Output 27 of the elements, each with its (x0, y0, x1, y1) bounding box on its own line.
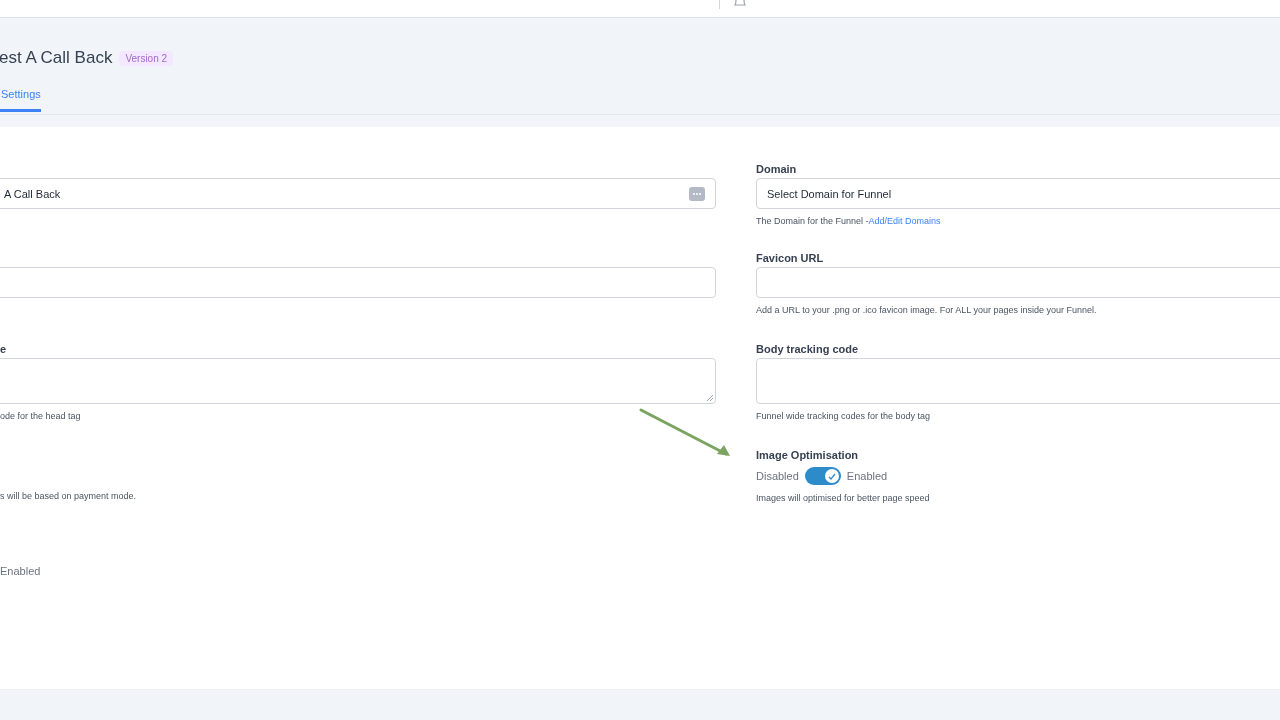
textarea-field[interactable] (0, 358, 716, 404)
help-text: s will be based on payment mode. (0, 491, 138, 501)
help-text: The Domain for the Funnel -Add/Edit Domains (756, 216, 942, 226)
version-badge: Version 2 (119, 50, 174, 66)
help-text: Add a URL to your .png or .ico favicon image. For ALL your pages inside your Funnel. (756, 305, 1098, 315)
help-text: ode for the head tag (0, 411, 82, 421)
check-icon (827, 472, 836, 480)
select-field[interactable]: Select Domain for Funnel (756, 178, 1280, 209)
input-field[interactable] (756, 267, 1280, 298)
field-label: Body tracking code (756, 343, 859, 355)
toggle-off-label: Disabled (756, 470, 799, 482)
field-label: Domain (756, 163, 797, 175)
resize-grip-icon[interactable] (706, 394, 714, 402)
textarea-field[interactable] (756, 358, 1280, 404)
help-text: Images will optimised for better page speed (756, 493, 931, 503)
field-label: Favicon URL (756, 252, 824, 264)
help-text: Funnel wide tracking codes for the body tag (756, 411, 932, 421)
toggle-on-label: Enabled (846, 470, 888, 482)
tab[interactable]: Settings (0, 88, 41, 112)
input-field[interactable]: A Call Back (0, 178, 716, 209)
field-label: Image Optimisation (756, 449, 859, 461)
page-title: est A Call Back (0, 48, 113, 68)
field-label: e (0, 343, 7, 355)
more-icon[interactable] (689, 186, 705, 201)
toggle-on-label: Enabled (0, 565, 42, 577)
toggle-switch[interactable] (804, 467, 841, 485)
input-field[interactable] (0, 267, 716, 298)
